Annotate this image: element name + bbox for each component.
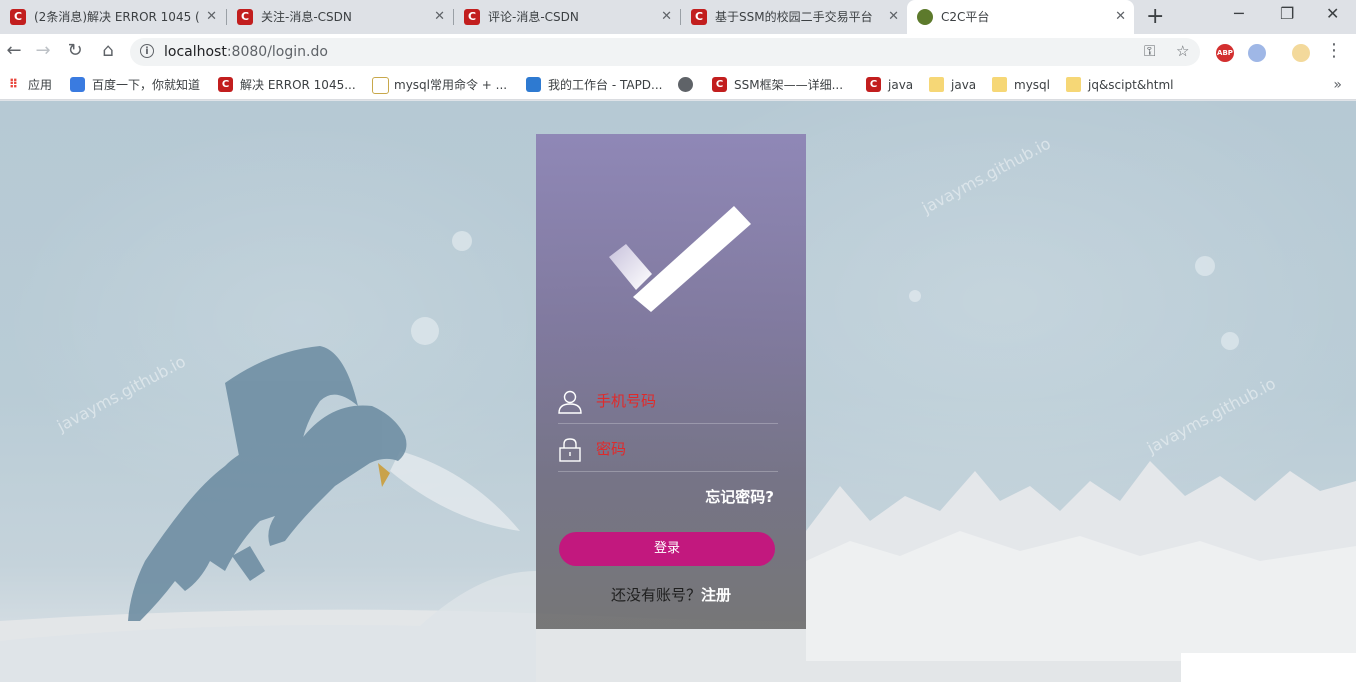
login-button[interactable]: 登录 [559,532,775,566]
key-icon[interactable]: ⚿ [1144,42,1155,60]
close-icon[interactable]: ✕ [888,0,899,34]
restore-button[interactable]: ❐ [1280,4,1294,23]
login-panel: 手机号码 密码 忘记密码? 登录 还没有账号？注册 [536,134,806,629]
url-text[interactable]: localhost:8080/login.do [164,38,328,66]
bookmark-java-csdn[interactable]: Cjava [866,70,913,100]
apps-icon: ⠿ [8,77,19,91]
site-icon [917,9,933,25]
minimize-button[interactable]: ─ [1234,4,1244,23]
avatar[interactable] [1292,44,1310,62]
register-prompt: 还没有账号？注册 [536,584,806,605]
password-input-placeholder[interactable]: 密码 [596,431,626,467]
bookmark-apps[interactable]: ⠿ 应用 [6,70,52,100]
bookmark-folder-java[interactable]: java [929,70,976,100]
menu-icon[interactable]: ⋮ [1322,40,1346,61]
phone-input-placeholder[interactable]: 手机号码 [596,383,656,419]
tapd-icon [526,77,541,92]
folder-icon [929,77,944,92]
csdn-icon: C [10,9,26,25]
user-icon [558,390,582,414]
tab-ssm-project[interactable]: C 基于SSM的校园二手交易平台 ✕ [681,0,907,34]
register-link[interactable]: 注册 [701,586,731,604]
tab-c2c-platform[interactable]: C2C平台 ✕ [907,0,1134,34]
tab-title: 关注-消息-CSDN [261,10,352,24]
password-field[interactable]: 密码 [558,431,778,472]
no-account-text: 还没有账号？ [610,586,701,604]
tab-comment-csdn[interactable]: C 评论-消息-CSDN ✕ [454,0,680,34]
back-icon[interactable]: ← [2,40,26,61]
chevron-right-icon[interactable]: » [1333,70,1342,100]
tab-error-1045[interactable]: C (2条消息)解决 ERROR 1045 ( ✕ [0,0,225,34]
extension-icon[interactable] [1248,44,1266,62]
tab-title: 评论-消息-CSDN [488,10,579,24]
csdn-icon: C [712,77,727,92]
reload-icon[interactable]: ↻ [63,40,87,61]
home-icon[interactable]: ⌂ [96,40,120,61]
adblock-icon[interactable]: ABP [1216,44,1234,62]
bookmark-folder-mysql[interactable]: mysql [992,70,1050,100]
globe-icon [678,77,693,92]
close-icon[interactable]: ✕ [1115,0,1126,34]
folder-icon [992,77,1007,92]
blank-strip [1181,653,1356,682]
bookmarks-bar: ⠿ 应用 百度一下，你就知道 C 解决 ERROR 1045... mysql常用命… [0,70,1356,100]
tab-title: (2条消息)解决 ERROR 1045 ( [34,10,200,24]
csdn-icon: C [464,9,480,25]
checkmark-logo-icon [609,206,751,312]
mysql-icon [372,77,389,94]
folder-icon [1066,77,1081,92]
close-icon[interactable]: ✕ [434,0,445,34]
bookmark-ssm[interactable]: C SSM框架——详细... [712,70,843,100]
csdn-icon: C [237,9,253,25]
login-page: javayms.github.io javayms.github.io java… [0,101,1356,682]
bookmark-baidu[interactable]: 百度一下，你就知道 [70,70,200,100]
forgot-password-link[interactable]: 忘记密码? [705,486,774,507]
close-icon[interactable]: ✕ [206,0,217,34]
tab-strip: C (2条消息)解决 ERROR 1045 ( ✕ C 关注-消息-CSDN ✕… [0,0,1356,34]
close-window-button[interactable]: ✕ [1326,4,1339,23]
star-icon[interactable]: ☆ [1176,42,1189,60]
forward-icon[interactable]: → [31,40,55,61]
csdn-icon: C [866,77,881,92]
phone-field[interactable]: 手机号码 [558,383,778,424]
bookmark-error-1045[interactable]: C 解决 ERROR 1045... [218,70,356,100]
lock-icon [559,438,581,462]
csdn-icon: C [691,9,707,25]
baidu-icon [70,77,85,92]
csdn-icon: C [218,77,233,92]
bookmark-folder-jq[interactable]: jq&scipt&html [1066,70,1174,100]
info-icon[interactable]: i [140,44,154,58]
tab-title: 基于SSM的校园二手交易平台 [715,10,873,24]
bookmark-globe[interactable] [678,70,700,100]
address-bar[interactable]: i localhost:8080/login.do ⚿ ☆ [130,38,1200,66]
browser-toolbar: ← → ↻ ⌂ i localhost:8080/login.do ⚿ ☆ AB… [0,34,1356,70]
bookmark-tapd[interactable]: 我的工作台 - TAPD... [526,70,663,100]
close-icon[interactable]: ✕ [661,0,672,34]
tab-follow-csdn[interactable]: C 关注-消息-CSDN ✕ [227,0,453,34]
bookmark-mysql-commands[interactable]: mysql常用命令 + ... [372,70,507,100]
tab-title: C2C平台 [941,10,990,24]
dragon-illustration [128,346,407,621]
new-tab-button[interactable]: + [1146,4,1164,29]
